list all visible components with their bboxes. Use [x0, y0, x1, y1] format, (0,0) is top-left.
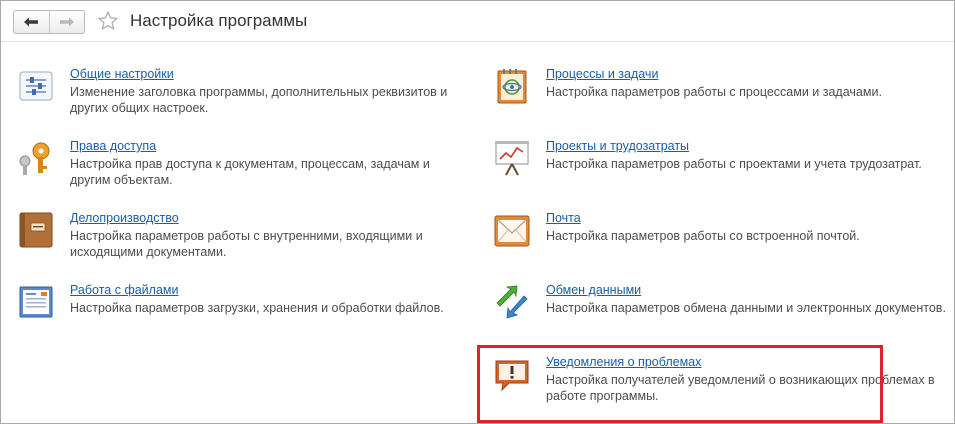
folder-book-icon	[19, 212, 53, 248]
section-description: Настройка параметров работы со встроенно…	[546, 229, 860, 243]
process-notebook-icon	[497, 69, 527, 104]
settings-window: Настройка программы Общие настройки Изме…	[0, 0, 955, 424]
section-description: Настройка прав доступа к документам, про…	[70, 157, 430, 187]
section-description: Изменение заголовка программы, дополните…	[70, 85, 448, 115]
highlight-frame	[477, 345, 883, 423]
section-link-access[interactable]: Права доступа	[70, 139, 156, 153]
favorite-star-icon[interactable]	[97, 10, 119, 32]
chart-easel-icon	[495, 141, 529, 176]
section-link-processes[interactable]: Процессы и задачи	[546, 67, 658, 81]
section-description: Настройка параметров работы с проектами …	[546, 157, 922, 171]
section-link-mail[interactable]: Почта	[546, 211, 581, 225]
arrow-left-icon	[24, 17, 39, 27]
section-description: Настройка параметров обмена данными и эл…	[546, 301, 946, 315]
sliders-icon	[19, 71, 53, 101]
window-header: Настройка программы	[1, 1, 954, 42]
section-link-general[interactable]: Общие настройки	[70, 67, 174, 81]
document-file-icon	[19, 286, 53, 318]
section-description: Настройка параметров работы с внутренним…	[70, 229, 423, 259]
forward-button[interactable]	[48, 11, 85, 33]
exchange-arrows-icon	[496, 285, 528, 319]
arrow-right-icon	[59, 17, 74, 27]
section-link-files[interactable]: Работа с файлами	[70, 283, 178, 297]
section-description: Настройка параметров работы с процессами…	[546, 85, 882, 99]
section-link-exchange[interactable]: Обмен данными	[546, 283, 641, 297]
page-title: Настройка программы	[130, 11, 308, 30]
keys-icon	[19, 142, 50, 175]
section-link-projects[interactable]: Проекты и трудозатраты	[546, 139, 689, 153]
mail-envelope-icon	[494, 215, 530, 247]
back-button[interactable]	[14, 11, 49, 33]
navigation-buttons	[13, 10, 85, 34]
section-description: Настройка параметров загрузки, хранения …	[70, 301, 444, 315]
section-link-records[interactable]: Делопроизводство	[70, 211, 179, 225]
